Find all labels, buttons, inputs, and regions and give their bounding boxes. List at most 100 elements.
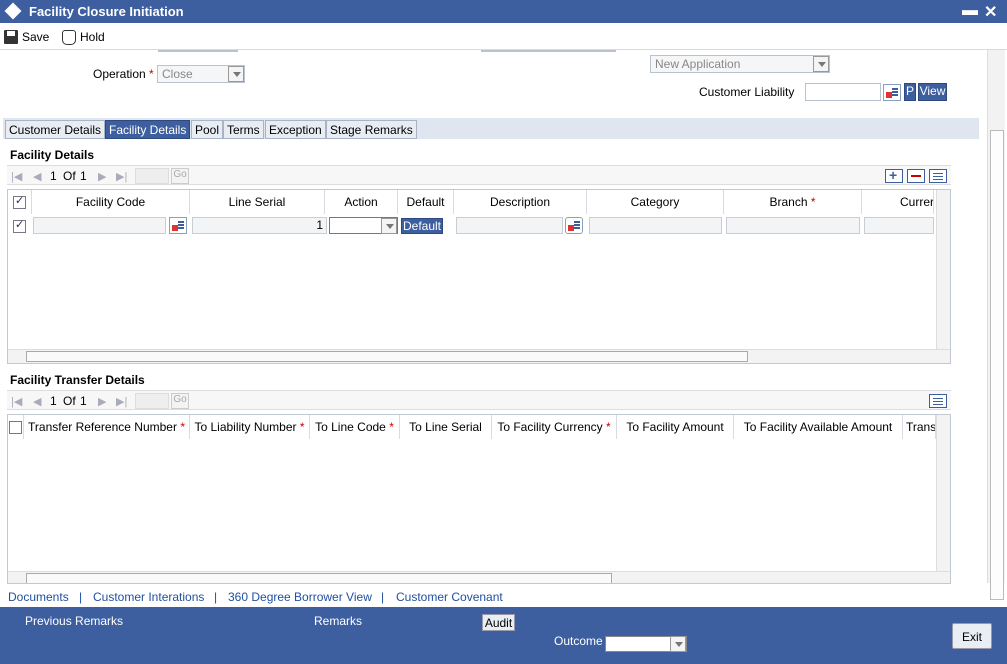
lov-search-icon[interactable] xyxy=(169,217,187,234)
chevron-down-icon xyxy=(813,56,829,72)
tab-terms[interactable]: Terms xyxy=(223,120,264,139)
link-separator: | xyxy=(79,590,83,604)
facility-details-title: Facility Details xyxy=(10,148,95,162)
currency-cell[interactable] xyxy=(864,217,934,234)
save-button[interactable]: Save xyxy=(4,28,49,46)
chevron-down-icon xyxy=(670,636,686,652)
col-default: Default xyxy=(398,190,454,214)
prev-page-icon[interactable]: ◀ xyxy=(33,170,41,183)
col-to-facility-amount: To Facility Amount xyxy=(617,415,734,439)
col-to-facility-currency: To Facility Currency * xyxy=(492,415,617,439)
col-line-serial: Line Serial xyxy=(190,190,325,214)
hand-icon xyxy=(62,29,76,45)
next-page-icon[interactable]: ▶ xyxy=(98,170,106,183)
window-titlebar: Facility Closure Initiation ▬ ✕ xyxy=(0,0,1007,23)
facility-transfer-details-title: Facility Transfer Details xyxy=(10,373,145,387)
tab-customer-details[interactable]: Customer Details xyxy=(5,120,106,139)
remarks-label[interactable]: Remarks xyxy=(314,614,362,628)
operation-value: Close xyxy=(162,67,193,81)
page-jump-input[interactable] xyxy=(135,168,169,184)
grid-vertical-scrollbar[interactable] xyxy=(936,415,950,571)
outcome-select[interactable] xyxy=(605,636,687,652)
audit-button[interactable]: Audit xyxy=(482,614,515,631)
page-jump-input[interactable] xyxy=(135,393,169,409)
transfer-details-pager: |◀ ◀ 1 Of 1 ▶ ▶| Go xyxy=(7,390,951,410)
description-cell[interactable] xyxy=(456,217,563,234)
window-title: Facility Closure Initiation xyxy=(29,4,184,19)
transfer-details-grid: Transfer Reference Number * To Liability… xyxy=(7,414,951,584)
col-to-line-serial: To Line Serial xyxy=(400,415,492,439)
hold-label: Hold xyxy=(80,30,105,44)
col-action: Action xyxy=(325,190,398,214)
previous-remarks-label[interactable]: Previous Remarks xyxy=(25,614,123,628)
action-select[interactable] xyxy=(329,217,398,234)
page-vertical-scrollbar[interactable] xyxy=(987,50,1005,600)
go-button[interactable]: Go xyxy=(171,393,189,409)
link-separator: | xyxy=(381,590,385,604)
last-page-icon[interactable]: ▶| xyxy=(116,170,127,183)
prev-page-icon[interactable]: ◀ xyxy=(33,395,41,408)
first-page-icon[interactable]: |◀ xyxy=(11,170,22,183)
page-scroll-thumb[interactable] xyxy=(990,130,1004,600)
bottom-links: Documents | Customer Interations | 360 D… xyxy=(0,587,1007,607)
col-facility-code: Facility Code xyxy=(32,190,190,214)
add-row-icon[interactable]: + xyxy=(885,167,903,183)
tab-facility-details[interactable]: Facility Details xyxy=(105,120,191,139)
select-all-header xyxy=(8,190,32,214)
operation-select[interactable]: Close xyxy=(157,65,245,83)
customer-liability-input[interactable] xyxy=(805,83,881,101)
page-of-label: Of xyxy=(63,394,76,408)
link-documents[interactable]: Documents xyxy=(8,590,69,604)
select-all-checkbox[interactable] xyxy=(9,421,22,434)
hidden-field-top-2[interactable] xyxy=(481,50,616,52)
first-page-icon[interactable]: |◀ xyxy=(11,395,22,408)
page-of-label: Of xyxy=(63,169,76,183)
category-cell[interactable] xyxy=(589,217,722,234)
link-360-degree-borrower-view[interactable]: 360 Degree Borrower View xyxy=(228,590,372,604)
hold-button[interactable]: Hold xyxy=(62,28,105,46)
facility-code-cell[interactable] xyxy=(33,217,166,234)
exit-button[interactable]: Exit xyxy=(952,623,992,649)
next-page-icon[interactable]: ▶ xyxy=(98,395,106,408)
tab-pool[interactable]: Pool xyxy=(191,120,224,139)
grid-vertical-scrollbar[interactable] xyxy=(936,190,950,349)
delete-row-icon[interactable] xyxy=(907,169,925,183)
row-checkbox[interactable] xyxy=(13,218,26,233)
minimize-icon[interactable]: ▬ xyxy=(962,2,978,20)
col-currency: Currer xyxy=(862,190,934,214)
p-button[interactable]: P xyxy=(904,83,916,101)
link-customer-covenant[interactable]: Customer Covenant xyxy=(396,590,503,604)
line-serial-cell[interactable]: 1 xyxy=(192,217,327,234)
single-view-icon[interactable] xyxy=(929,169,947,183)
default-button[interactable]: Default xyxy=(401,218,443,234)
select-all-checkbox[interactable] xyxy=(13,194,26,209)
view-button[interactable]: View xyxy=(918,83,947,101)
page-total: 1 xyxy=(80,394,87,408)
hidden-field-top-1[interactable] xyxy=(158,50,238,52)
application-status-value: New Application xyxy=(655,57,741,71)
speech-bubble-icon[interactable] xyxy=(565,217,583,234)
page-total: 1 xyxy=(80,169,87,183)
col-branch: Branch * xyxy=(724,190,862,214)
facility-details-grid: Facility Code Line Serial Action Default… xyxy=(7,189,951,364)
single-view-icon[interactable] xyxy=(929,394,947,408)
go-button[interactable]: Go xyxy=(171,168,189,184)
link-customer-interations[interactable]: Customer Interations xyxy=(93,590,204,604)
lov-search-icon[interactable] xyxy=(883,84,901,101)
close-icon[interactable]: ✕ xyxy=(984,2,997,22)
last-page-icon[interactable]: ▶| xyxy=(116,395,127,408)
col-to-facility-available-amount: To Facility Available Amount xyxy=(734,415,903,439)
grid-horizontal-thumb[interactable] xyxy=(26,573,612,583)
branch-cell[interactable] xyxy=(726,217,860,234)
tab-stage-remarks[interactable]: Stage Remarks xyxy=(326,120,417,139)
page-number: 1 xyxy=(50,169,57,183)
grid-horizontal-thumb[interactable] xyxy=(26,351,748,362)
customer-liability-label: Customer Liability xyxy=(699,85,795,99)
tab-exception[interactable]: Exception xyxy=(265,120,326,139)
toolbar: Save Hold xyxy=(0,23,1007,50)
application-status-select[interactable]: New Application xyxy=(650,55,830,73)
page-number: 1 xyxy=(50,394,57,408)
grid-horizontal-scrollbar[interactable] xyxy=(8,571,950,583)
grid-horizontal-scrollbar[interactable] xyxy=(8,349,950,363)
footer-bar: Previous Remarks Remarks Audit Outcome E… xyxy=(0,607,1007,664)
